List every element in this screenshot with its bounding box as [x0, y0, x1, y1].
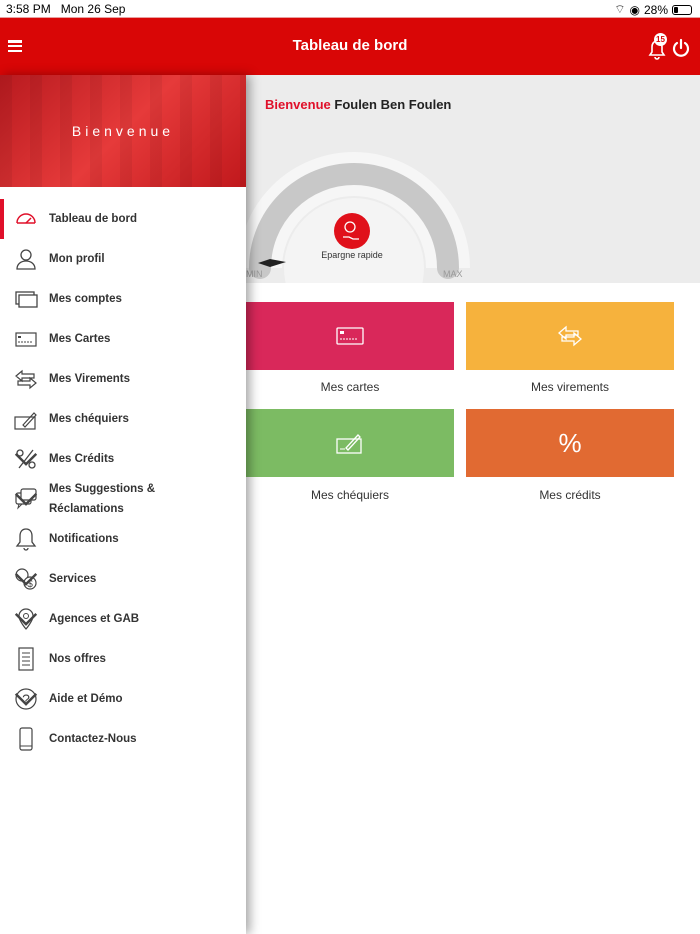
app-header: Tableau de bord 15: [0, 18, 700, 75]
sidebar-item-aide-et-demo[interactable]: ? Aide et Démo: [0, 679, 246, 719]
sidebar: Bienvenue Tableau de bord Mon profil Mes c…: [0, 75, 246, 934]
sidebar-banner-text: Bienvenue: [71, 123, 175, 139]
sidebar-item-label: Mes Cartes: [49, 333, 111, 345]
sidebar-item-label: Mes Virements: [49, 373, 130, 385]
sidebar-item-label: Agences et GAB: [49, 613, 140, 625]
page-title: Tableau de bord: [292, 37, 408, 54]
sidebar-item-notifications[interactable]: Notifications: [0, 519, 246, 559]
tile-label: Mes chéquiers: [310, 488, 390, 502]
status-time: 3:58 PM Mon 26 Sep: [6, 2, 126, 16]
checkbook-icon: [336, 434, 362, 454]
tile-mes-cartes[interactable]: [246, 302, 454, 370]
chevron-down-icon[interactable]: [14, 447, 38, 471]
gauge-label: Epargne rapide: [321, 250, 383, 260]
sidebar-item-label: Contactez-Nous: [49, 733, 137, 745]
gauge-icon: [16, 213, 36, 224]
sidebar-item-label: Mes comptes: [49, 293, 122, 305]
sidebar-item-label: Notifications: [49, 533, 119, 545]
sidebar-banner: Bienvenue: [0, 75, 246, 187]
tile-label: Mes cartes: [320, 380, 380, 394]
sidebar-item-mes-virements[interactable]: Mes Virements: [0, 359, 246, 399]
wifi-icon: ⌔: [614, 2, 626, 16]
sidebar-item-mes-credits[interactable]: Mes Crédits: [0, 439, 246, 479]
notification-badge: 15: [654, 33, 667, 46]
welcome-text: Bienvenue Foulen Ben Foulen: [265, 97, 452, 112]
sidebar-item-label: Nos offres: [49, 653, 106, 665]
tile-mes-virements[interactable]: [466, 302, 674, 370]
status-bar: 3:58 PM Mon 26 Sep ⌔ ◉ 28%: [0, 0, 700, 18]
transfer-icon: [15, 369, 37, 390]
sidebar-item-label: Tableau de bord: [49, 213, 137, 225]
gauge-max: MAX: [443, 269, 463, 279]
battery-percent: 28%: [643, 2, 668, 17]
user-icon: [16, 249, 36, 270]
sidebar-item-label: Mes chéquiers: [49, 413, 129, 425]
sidebar-item-nos-offres[interactable]: Nos offres: [0, 639, 246, 679]
sidebar-item-mes-cartes[interactable]: Mes Cartes: [0, 319, 246, 359]
sidebar-item-mes-chequiers[interactable]: Mes chéquiers: [0, 399, 246, 439]
card-icon: [336, 327, 364, 345]
percent-icon: %: [558, 427, 582, 458]
list-icon: [18, 647, 34, 671]
sidebar-item-label: Mon profil: [49, 253, 105, 265]
tile-label: Mes virements: [530, 380, 610, 394]
chevron-down-icon[interactable]: [14, 607, 38, 631]
chevron-down-icon[interactable]: [14, 567, 38, 591]
bell-icon: [15, 528, 37, 551]
chevron-down-icon[interactable]: [14, 487, 38, 511]
transfer-icon: [558, 325, 582, 347]
card-icon: [15, 332, 37, 347]
sidebar-item-mes-comptes[interactable]: Mes comptes: [0, 279, 246, 319]
sidebar-item-label: Aide et Démo: [49, 693, 123, 705]
lock-rotation-icon: ◉: [629, 2, 640, 17]
accounts-icon: [15, 291, 38, 308]
sidebar-item-label: Mes Crédits: [49, 453, 115, 465]
sidebar-item-mes-suggestions-reclamations[interactable]: Mes Suggestions & Réclamations: [0, 479, 246, 519]
checkbook-icon: [14, 412, 37, 430]
sidebar-item-mon-profil[interactable]: Mon profil: [0, 239, 246, 279]
savings-gauge[interactable]: Epargne rapide MIN MAX: [246, 125, 506, 283]
chevron-down-icon[interactable]: [14, 687, 38, 711]
sidebar-item-contactez-nous[interactable]: Contactez-Nous: [0, 719, 246, 759]
sidebar-item-tableau-de-bord[interactable]: Tableau de bord: [0, 199, 246, 239]
gauge-min: MIN: [246, 269, 263, 279]
power-icon[interactable]: [672, 38, 690, 58]
tile-mes-credits[interactable]: %: [466, 409, 674, 477]
sidebar-item-services[interactable]: $ Services: [0, 559, 246, 599]
hero-panel: Bienvenue Foulen Ben Foulen Epargne rapi…: [246, 75, 700, 283]
tile-mes-chequiers[interactable]: [246, 409, 454, 477]
tile-label: Mes crédits: [539, 488, 601, 502]
dashboard: Bienvenue Foulen Ben Foulen Epargne rapi…: [246, 75, 700, 934]
sidebar-item-agences-et-gab[interactable]: Agences et GAB: [0, 599, 246, 639]
battery-icon: [672, 4, 692, 15]
sidebar-item-label: Services: [49, 573, 97, 585]
sidebar-item-label: Mes Suggestions & Réclamations: [49, 483, 156, 515]
phone-icon: [19, 727, 33, 751]
